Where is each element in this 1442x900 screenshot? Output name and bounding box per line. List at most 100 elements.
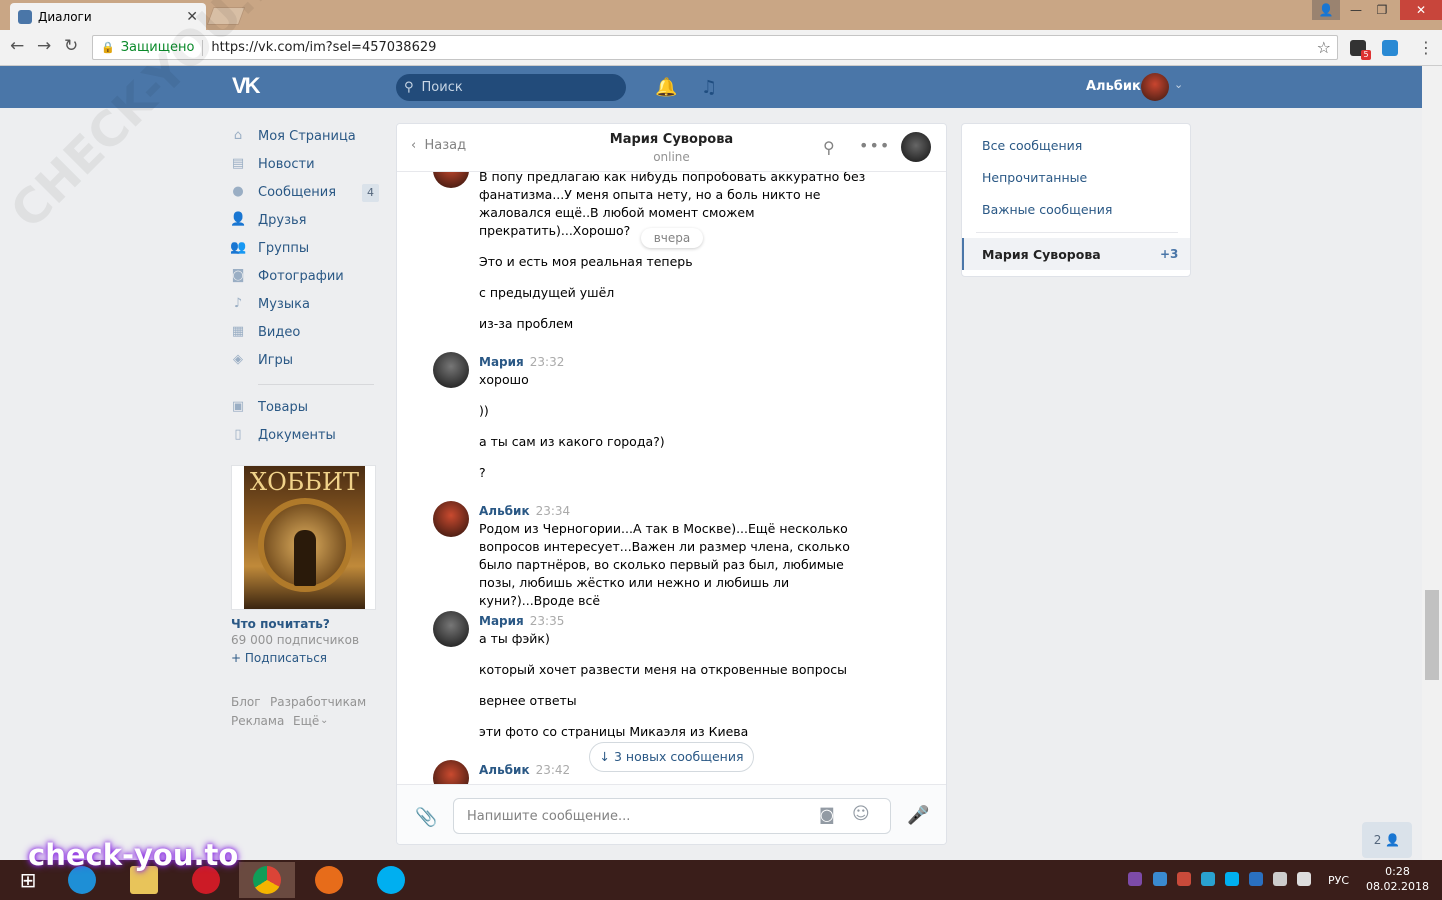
reload-icon[interactable]: ↻ <box>64 36 78 56</box>
menu-item-label: Друзья <box>258 212 307 228</box>
menu-item-groups[interactable]: 👥 Группы <box>230 234 380 262</box>
menu-item-label: Документы <box>258 427 336 443</box>
window-close-icon[interactable]: ✕ <box>1400 0 1442 20</box>
footer-link-ads[interactable]: Реклама <box>231 714 284 728</box>
filter-all-messages[interactable]: Все сообщения <box>982 138 1082 153</box>
scrollbar-thumb[interactable] <box>1425 590 1439 680</box>
footer-link-more[interactable]: Ещё <box>293 714 319 728</box>
user-name[interactable]: Альбик <box>1086 79 1141 94</box>
volume-icon[interactable] <box>1297 872 1311 886</box>
search-icon[interactable]: ⚲ <box>823 138 835 157</box>
menu-item-label: Видео <box>258 324 301 340</box>
menu-item-label: Моя Страница <box>258 128 356 144</box>
message-text: В попу предлагаю как нибудь попробовать … <box>479 172 866 184</box>
menu-item-goods[interactable]: ▣ Товары <box>230 393 380 421</box>
new-messages-button[interactable]: ↓ 3 новых сообщения <box>589 742 754 772</box>
online-friends-count: 2 <box>1373 833 1382 847</box>
footer-link-blog[interactable]: Блог <box>231 695 261 709</box>
message-text: а ты фэйк) <box>479 631 550 646</box>
ad-subscribers: 69 000 подписчиков <box>231 633 360 647</box>
firefox-icon[interactable] <box>301 862 357 898</box>
notifications-bell-icon[interactable]: 🔔 <box>655 77 677 98</box>
menu-item-friends[interactable]: 👤 Друзья <box>230 206 380 234</box>
message-list[interactable]: В попу предлагаю как нибудь попробовать … <box>397 172 946 784</box>
message-avatar[interactable] <box>433 352 469 388</box>
camera-icon[interactable]: ◙ <box>819 805 835 824</box>
input-language[interactable]: РУС <box>1328 874 1349 887</box>
message-sender[interactable]: Мария 23:35 <box>479 614 564 628</box>
vk-logo-icon[interactable]: VK <box>232 73 261 99</box>
sender-name[interactable]: Мария <box>479 614 524 628</box>
ad-community-name[interactable]: Что почитать? <box>231 617 330 631</box>
message-sender[interactable]: Альбик 23:34 <box>479 504 570 518</box>
message-text: жаловался ещё..В любой момент сможем <box>479 205 755 220</box>
video-icon: ▦ <box>231 324 245 339</box>
contact-avatar[interactable] <box>901 132 931 162</box>
menu-item-my-page[interactable]: ⌂ Моя Страница <box>230 122 380 150</box>
home-icon: ⌂ <box>233 128 243 143</box>
search-input[interactable]: ⚲ Поиск <box>396 74 626 101</box>
sender-name[interactable]: Мария <box>479 355 524 369</box>
menu-item-news[interactable]: ▤ Новости <box>230 150 380 178</box>
menu-item-label: Группы <box>258 240 310 256</box>
skype-icon[interactable] <box>363 862 419 898</box>
active-dialog-item[interactable]: Мария Суворова +3 <box>962 238 1190 270</box>
microphone-icon[interactable]: 🎤 <box>907 805 929 826</box>
footer-link-developers[interactable]: Разработчикам <box>270 695 366 709</box>
message-text: фанатизма...У меня опыта нету, но а боль… <box>479 187 821 202</box>
shield-extension-icon[interactable] <box>1382 40 1398 56</box>
message-avatar[interactable] <box>433 611 469 647</box>
search-icon: ⚲ <box>404 80 414 95</box>
message-text: который хочет развести меня на откровенн… <box>479 662 848 677</box>
menu-item-docs[interactable]: ▯ Документы <box>230 421 380 449</box>
chevron-down-icon[interactable]: ⌄ <box>320 715 328 726</box>
network-icon[interactable] <box>1273 872 1287 886</box>
back-nav-icon[interactable]: ← <box>10 36 24 56</box>
browser-menu-icon[interactable]: ⋮ <box>1418 38 1434 57</box>
menu-item-video[interactable]: ▦ Видео <box>230 318 380 346</box>
filter-unread[interactable]: Непрочитанные <box>982 170 1087 185</box>
dialog-filter-panel: Все сообщения Непрочитанные Важные сообщ… <box>961 123 1191 277</box>
more-actions-icon[interactable]: ••• <box>859 136 890 155</box>
skype-tray-icon[interactable] <box>1225 872 1239 886</box>
address-bar[interactable]: 🔒 Защищено https://vk.com/im?sel=4570386… <box>92 35 1338 60</box>
user-avatar[interactable] <box>1141 73 1169 101</box>
music-player-icon[interactable]: ♫ <box>701 77 717 98</box>
message-sender[interactable]: Альбик 23:42 <box>479 763 570 777</box>
extension-badge: 5 <box>1361 50 1371 60</box>
chat-panel: ‹ Назад Мария Суворова online ⚲ ••• В по… <box>396 123 947 845</box>
tray-app-icon[interactable] <box>1177 872 1191 886</box>
filter-important[interactable]: Важные сообщения <box>982 202 1112 217</box>
url-text[interactable]: https://vk.com/im?sel=457038629 <box>211 40 436 55</box>
menu-item-photos[interactable]: ◙ Фотографии <box>230 262 380 290</box>
menu-item-label: Сообщения <box>258 184 337 200</box>
profile-icon[interactable]: 👤 <box>1312 0 1340 20</box>
subscribe-link[interactable]: + Подписаться <box>231 651 327 665</box>
sender-name[interactable]: Альбик <box>479 763 530 777</box>
message-sender[interactable]: Мария 23:32 <box>479 355 564 369</box>
chevron-down-icon[interactable]: ⌄ <box>1174 78 1183 91</box>
chrome-icon[interactable] <box>239 862 295 898</box>
page-scrollbar[interactable] <box>1422 66 1442 860</box>
menu-item-messages[interactable]: ● Сообщения 4 <box>230 178 380 206</box>
restore-icon[interactable]: ❐ <box>1368 0 1396 20</box>
menu-item-games[interactable]: ◈ Игры <box>230 346 380 374</box>
bookmark-star-icon[interactable]: ☆ <box>1317 38 1331 57</box>
message-avatar[interactable] <box>433 501 469 537</box>
viber-tray-icon[interactable] <box>1128 872 1142 886</box>
menu-item-music[interactable]: ♪ Музыка <box>230 290 380 318</box>
messages-icon: ● <box>232 184 244 199</box>
minimize-icon[interactable]: — <box>1342 0 1370 20</box>
tray-app-icon[interactable] <box>1249 872 1263 886</box>
tray-app-icon[interactable] <box>1153 872 1167 886</box>
paperclip-icon[interactable]: 📎 <box>415 807 437 828</box>
tray-app-icon[interactable] <box>1201 872 1215 886</box>
emoji-icon[interactable]: ☺ <box>852 804 870 824</box>
date-divider: вчера <box>641 228 703 248</box>
forward-nav-icon[interactable]: → <box>37 36 51 56</box>
message-avatar[interactable] <box>433 172 469 188</box>
sender-name[interactable]: Альбик <box>479 504 530 518</box>
message-avatar[interactable] <box>433 760 469 784</box>
online-friends-button[interactable]: 2 👤 <box>1362 822 1412 858</box>
clock[interactable]: 0:28 08.02.2018 <box>1366 864 1429 894</box>
